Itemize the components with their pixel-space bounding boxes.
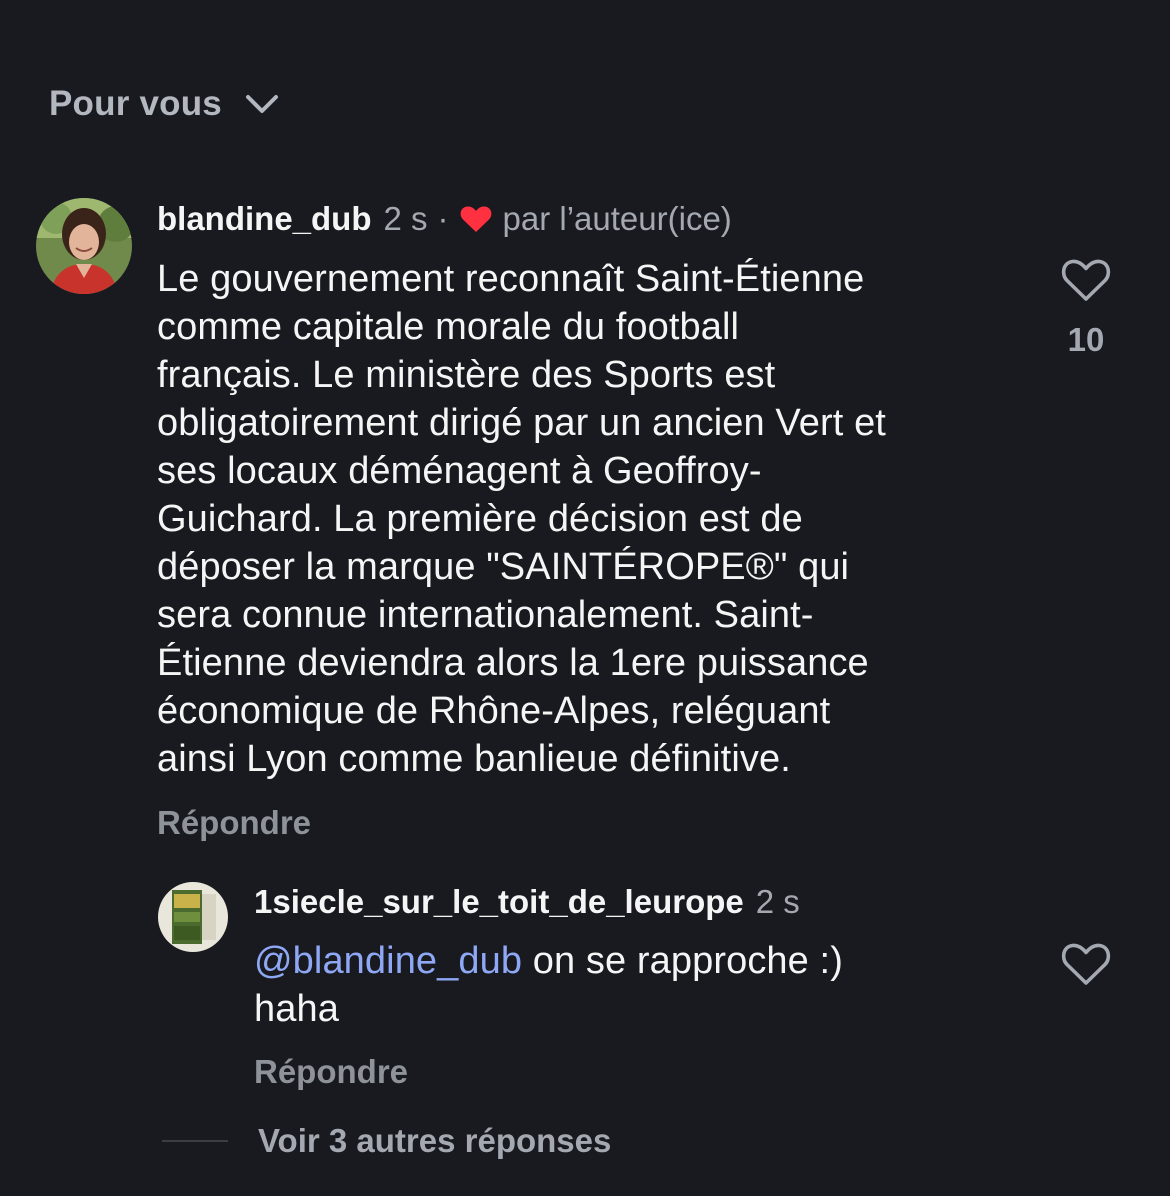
comment-meta: blandine_dub 2 s · par l’auteur(ice) [157, 200, 732, 238]
comment-time: 2 s [383, 200, 428, 237]
chevron-down-icon [245, 95, 278, 113]
comment-text-line: français. Le ministère des Sports est [157, 354, 776, 396]
comment-text-line: déposer la marque "SAINTÉROPE®" qui [157, 546, 850, 588]
comment-text: Le gouvernement reconnaît Saint-Étienne … [157, 255, 1037, 783]
avatar[interactable] [36, 198, 132, 294]
reply-text-line: haha [254, 988, 339, 1030]
comment-text-line: comme capitale morale du football [157, 306, 740, 348]
reply-text-rest: on se rapproche :) [522, 940, 843, 982]
heart-outline-icon[interactable] [1060, 941, 1112, 987]
comment-text-line: Guichard. La première décision est de [157, 498, 803, 540]
reply-text: @blandine_dub on se rapproche :) haha [254, 937, 1034, 1033]
reply-avatar[interactable] [158, 882, 228, 952]
divider-line [162, 1140, 228, 1142]
sort-dropdown[interactable]: Pour vous [49, 84, 280, 124]
reply-meta: 1siecle_sur_le_toit_de_leurope 2 s [254, 883, 800, 921]
comment-like: 10 [1058, 257, 1114, 359]
mention-link[interactable]: @blandine_dub [254, 940, 522, 982]
comment-text-line: économique de Rhône-Alpes, reléguant [157, 690, 831, 732]
comment-text-line: Étienne deviendra alors la 1ere puissanc… [157, 642, 869, 684]
reply-text-line: @blandine_dub on se rapproche :) [254, 937, 1034, 985]
heart-outline-icon[interactable] [1060, 257, 1112, 303]
meta-separator: · [437, 200, 449, 237]
comment-text-line: obligatoirement dirigé par un ancien Ver… [157, 402, 886, 444]
comment-reply-button[interactable]: Répondre [157, 804, 311, 842]
avatar-image [36, 198, 132, 294]
comment-text-line: Le gouvernement reconnaît Saint-Étienne [157, 258, 865, 300]
reply-username[interactable]: 1siecle_sur_le_toit_de_leurope [254, 883, 744, 921]
reply-avatar-image [158, 882, 228, 952]
view-more-replies-label: Voir 3 autres réponses [258, 1122, 612, 1159]
author-liked-heart-icon [460, 206, 491, 232]
comment-text-line: ses locaux déménagent à Geoffroy- [157, 450, 762, 492]
liked-by-author-label: par l’auteur(ice) [502, 200, 732, 237]
comment-text-line: ainsi Lyon comme banlieue définitive. [157, 738, 791, 780]
like-count: 10 [1067, 321, 1105, 358]
reply-time: 2 s [755, 883, 800, 920]
reply-like [1058, 941, 1114, 987]
sort-label: Pour vous [49, 84, 222, 123]
reply-reply-button[interactable]: Répondre [254, 1053, 408, 1091]
comment-text-line: sera connue internationalement. Saint- [157, 594, 814, 636]
comment-username[interactable]: blandine_dub [157, 200, 372, 238]
view-more-replies[interactable]: Voir 3 autres réponses [162, 1122, 611, 1160]
